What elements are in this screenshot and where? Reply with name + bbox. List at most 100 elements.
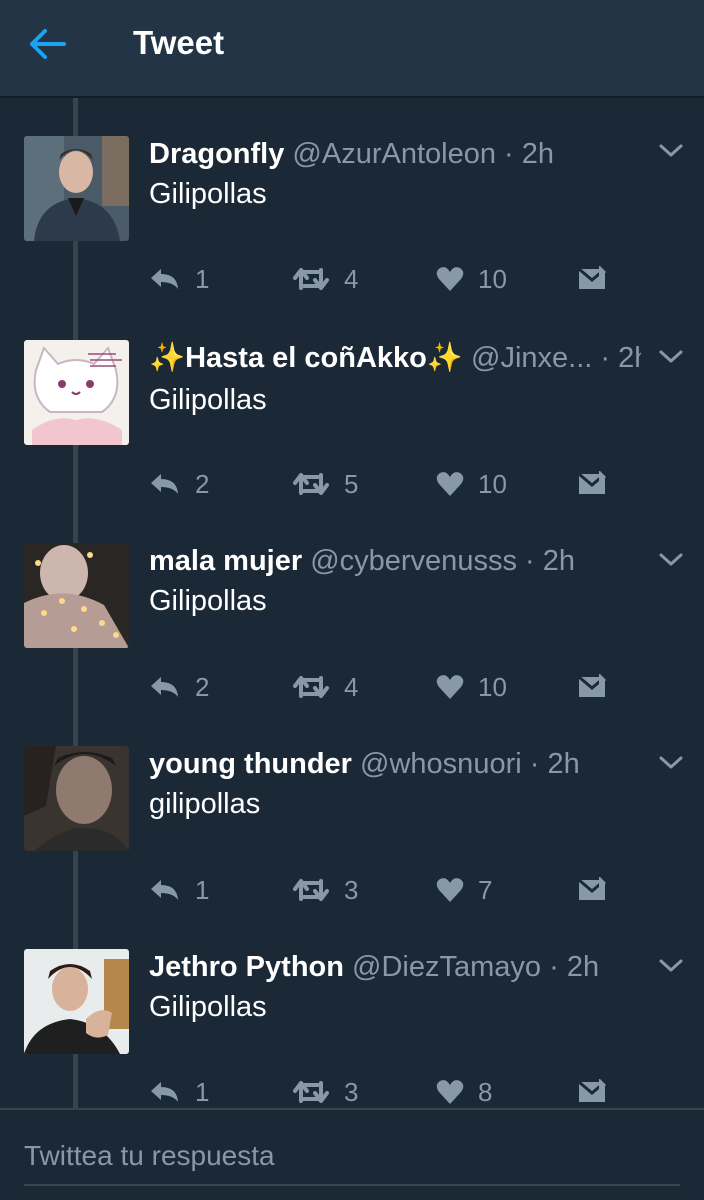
separator-dot: · <box>549 951 559 983</box>
reply-tweet[interactable]: mala mujer @cybervenusss · 2h Gilipollas… <box>0 543 704 746</box>
avatar[interactable] <box>24 949 129 1054</box>
like-count: 7 <box>478 874 493 905</box>
heart-icon <box>436 675 464 699</box>
retweet-button[interactable]: 3 <box>292 1075 358 1109</box>
retweet-count: 3 <box>344 1076 359 1107</box>
chevron-down-icon[interactable] <box>658 142 684 160</box>
display-name[interactable]: Dragonfly <box>149 138 284 170</box>
reply-button[interactable]: 2 <box>149 467 209 501</box>
retweet-count: 4 <box>344 263 359 294</box>
direct-message-button[interactable] <box>577 670 607 704</box>
user-handle[interactable]: @Jinxe... <box>471 342 592 374</box>
retweet-icon <box>293 676 329 698</box>
user-handle[interactable]: @whosnuori <box>360 748 522 780</box>
arrow-left-icon <box>30 29 66 59</box>
reply-button[interactable]: 1 <box>149 262 209 296</box>
reply-button[interactable]: 2 <box>149 670 209 704</box>
direct-message-button[interactable] <box>577 873 607 907</box>
retweet-count: 3 <box>344 874 359 905</box>
tweet-actions: 1 3 8 <box>149 1075 669 1109</box>
reply-tweet[interactable]: Dragonfly @AzurAntoleon · 2h Gilipollas … <box>0 136 704 339</box>
avatar[interactable] <box>24 543 129 648</box>
user-handle[interactable]: @cybervenusss <box>310 545 517 577</box>
display-name[interactable]: Jethro Python <box>149 951 344 983</box>
sparkles-emoji: ✨ <box>426 342 463 374</box>
avatar[interactable] <box>24 340 129 445</box>
chevron-down-icon[interactable] <box>658 348 684 366</box>
chevron-down-icon[interactable] <box>658 551 684 569</box>
separator-dot: · <box>600 342 611 374</box>
tweet-text: Gilipollas <box>149 585 267 617</box>
reply-input[interactable] <box>24 1128 680 1186</box>
back-button[interactable] <box>28 26 68 62</box>
reply-icon <box>151 1082 178 1102</box>
sparkles-emoji: ✨ <box>149 342 186 374</box>
reply-icon <box>151 880 178 900</box>
tweet-header: Jethro Python @DiezTamayo · 2h <box>149 949 649 989</box>
retweet-icon <box>293 1081 329 1103</box>
heart-icon <box>436 267 464 291</box>
direct-message-icon <box>578 471 606 494</box>
chevron-down-icon[interactable] <box>658 957 684 975</box>
timestamp[interactable]: 2h <box>567 951 599 983</box>
like-button[interactable]: 10 <box>436 467 507 501</box>
retweet-button[interactable]: 4 <box>292 262 358 296</box>
reply-count: 1 <box>195 263 210 294</box>
display-name[interactable]: Hasta el coñAkko <box>185 342 427 374</box>
timestamp[interactable]: 2h <box>522 138 554 170</box>
reply-button[interactable]: 1 <box>149 1075 209 1109</box>
timestamp[interactable]: 2h <box>618 342 641 374</box>
reply-tweet[interactable]: young thunder @whosnuori · 2h gilipollas… <box>0 746 704 949</box>
like-count: 10 <box>478 468 507 499</box>
direct-message-icon <box>578 877 606 900</box>
reply-tweet[interactable]: ✨Hasta el coñAkko✨ @Jinxe... · 2h Gilipo… <box>0 340 704 543</box>
heart-icon <box>436 878 464 902</box>
reply-count: 1 <box>195 874 210 905</box>
avatar[interactable] <box>24 136 129 241</box>
heart-icon <box>436 472 464 496</box>
display-name[interactable]: young thunder <box>149 748 352 780</box>
direct-message-button[interactable] <box>577 467 607 501</box>
retweet-button[interactable]: 3 <box>292 873 358 907</box>
reply-icon <box>151 269 178 289</box>
retweet-icon <box>293 879 329 901</box>
like-count: 10 <box>478 263 507 294</box>
tweet-text: Gilipollas <box>149 991 267 1023</box>
separator-dot: · <box>525 545 535 577</box>
like-button[interactable]: 7 <box>436 873 492 907</box>
tweet-text: gilipollas <box>149 788 261 820</box>
tweet-header: ✨Hasta el coñAkko✨ @Jinxe... · 2h <box>149 340 641 380</box>
tweet-text: Gilipollas <box>149 384 267 416</box>
retweet-count: 4 <box>344 671 359 702</box>
retweet-icon <box>293 473 329 495</box>
direct-message-icon <box>578 1079 606 1102</box>
direct-message-button[interactable] <box>577 1075 607 1109</box>
tweet-text: Gilipollas <box>149 178 267 210</box>
reply-count: 2 <box>195 468 210 499</box>
direct-message-icon <box>578 674 606 697</box>
like-button[interactable]: 10 <box>436 670 507 704</box>
reply-button[interactable]: 1 <box>149 873 209 907</box>
tweet-actions: 2 5 10 <box>149 467 669 501</box>
top-bar: Tweet <box>0 0 704 98</box>
avatar[interactable] <box>24 746 129 851</box>
user-handle[interactable]: @DiezTamayo <box>352 951 541 983</box>
heart-icon <box>436 1080 464 1104</box>
like-count: 8 <box>478 1076 493 1107</box>
retweet-button[interactable]: 4 <box>292 670 358 704</box>
like-button[interactable]: 8 <box>436 1075 492 1109</box>
display-name[interactable]: mala mujer <box>149 545 302 577</box>
direct-message-button[interactable] <box>577 262 607 296</box>
reply-count: 1 <box>195 1076 210 1107</box>
timestamp[interactable]: 2h <box>547 748 579 780</box>
page-title: Tweet <box>133 24 225 61</box>
tweet-actions: 1 3 7 <box>149 873 669 907</box>
retweet-button[interactable]: 5 <box>292 467 358 501</box>
like-button[interactable]: 10 <box>436 262 507 296</box>
timestamp[interactable]: 2h <box>543 545 575 577</box>
reply-icon <box>151 474 178 494</box>
chevron-down-icon[interactable] <box>658 754 684 772</box>
like-count: 10 <box>478 671 507 702</box>
user-handle[interactable]: @AzurAntoleon <box>292 138 496 170</box>
direct-message-icon <box>578 266 606 289</box>
